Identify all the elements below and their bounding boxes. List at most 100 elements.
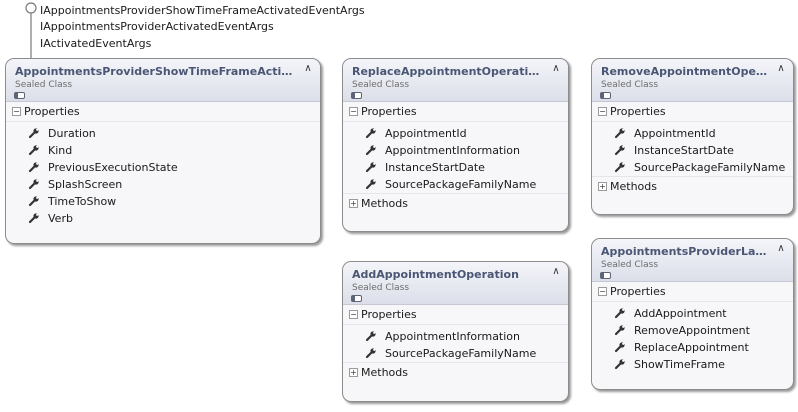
property-item[interactable]: InstanceStartDate (343, 159, 568, 176)
collapse-minus-icon[interactable]: − (598, 287, 607, 296)
property-name: Duration (48, 127, 96, 140)
collapse-minus-icon[interactable]: − (12, 107, 21, 116)
properties-section-header[interactable]: − Properties (592, 102, 793, 122)
class-box-replace-appointment-operation[interactable]: ReplaceAppointmentOperation Sealed Class… (342, 58, 569, 232)
property-wrench-icon (28, 179, 39, 190)
collapse-icon[interactable]: ∧ (550, 266, 562, 278)
property-item[interactable]: InstanceStartDate (592, 142, 793, 159)
property-item[interactable]: ReplaceAppointment (592, 339, 793, 356)
property-list: AddAppointment RemoveAppointment Replace… (592, 302, 793, 373)
property-name: ShowTimeFrame (634, 358, 725, 371)
property-name: SplashScreen (48, 178, 123, 191)
property-item[interactable]: SourcePackageFamilyName (592, 159, 793, 176)
property-name: Verb (48, 212, 73, 225)
class-icon (600, 92, 611, 99)
property-name: SourcePackageFamilyName (385, 347, 537, 360)
class-title: AppointmentsProviderLaunc… (601, 245, 767, 258)
property-wrench-icon (614, 308, 625, 319)
property-name: ReplaceAppointment (634, 341, 749, 354)
property-wrench-icon (365, 331, 376, 342)
property-item[interactable]: AppointmentId (343, 125, 568, 142)
property-wrench-icon (28, 162, 39, 173)
property-item[interactable]: RemoveAppointment (592, 322, 793, 339)
class-title: ReplaceAppointmentOperation (352, 65, 542, 78)
class-box-appointments-provider-launch[interactable]: AppointmentsProviderLaunc… Sealed Class … (591, 238, 794, 390)
property-wrench-icon (365, 145, 376, 156)
properties-section-header[interactable]: − Properties (343, 305, 568, 325)
interface-label: IAppointmentsProviderActivatedEventArgs (40, 20, 274, 33)
class-stereotype: Sealed Class (601, 80, 659, 90)
property-list: AppointmentId AppointmentInformation Ins… (343, 122, 568, 193)
properties-label: Properties (610, 105, 666, 118)
expand-plus-icon[interactable]: + (349, 368, 358, 377)
class-box-add-appointment-operation[interactable]: AddAppointmentOperation Sealed Class ∧ −… (342, 261, 569, 402)
class-stereotype: Sealed Class (352, 80, 410, 90)
property-item[interactable]: SplashScreen (6, 176, 320, 193)
property-item[interactable]: AppointmentInformation (343, 328, 568, 345)
property-name: SourcePackageFamilyName (385, 178, 537, 191)
property-list: Duration Kind PreviousExecutionState Spl… (6, 122, 320, 227)
properties-label: Properties (361, 105, 417, 118)
properties-section-header[interactable]: − Properties (592, 282, 793, 302)
property-wrench-icon (614, 145, 625, 156)
property-wrench-icon (614, 162, 625, 173)
property-name: RemoveAppointment (634, 324, 750, 337)
class-stereotype: Sealed Class (15, 80, 73, 90)
property-wrench-icon (614, 128, 625, 139)
property-item[interactable]: AddAppointment (592, 305, 793, 322)
properties-section-header[interactable]: − Properties (343, 102, 568, 122)
properties-label: Properties (24, 105, 80, 118)
property-wrench-icon (28, 213, 39, 224)
property-item[interactable]: Duration (6, 125, 320, 142)
class-box-show-time-frame[interactable]: AppointmentsProviderShowTimeFrameActivat… (5, 58, 321, 244)
property-list: AppointmentId InstanceStartDate SourcePa… (592, 122, 793, 176)
property-wrench-icon (614, 359, 625, 370)
class-header[interactable]: AppointmentsProviderLaunc… Sealed Class … (592, 239, 793, 282)
class-title: RemoveAppointmentOperat… (601, 65, 767, 78)
property-name: TimeToShow (48, 195, 117, 208)
methods-section-header[interactable]: + Methods (343, 362, 568, 382)
property-item[interactable]: AppointmentInformation (343, 142, 568, 159)
property-item[interactable]: Kind (6, 142, 320, 159)
property-name: PreviousExecutionState (48, 161, 178, 174)
property-wrench-icon (365, 128, 376, 139)
class-header[interactable]: AppointmentsProviderShowTimeFrameActivat… (6, 59, 320, 102)
methods-section-header[interactable]: + Methods (592, 176, 793, 196)
methods-section-header[interactable]: + Methods (343, 193, 568, 213)
class-header[interactable]: ReplaceAppointmentOperation Sealed Class… (343, 59, 568, 102)
class-icon (600, 272, 611, 279)
property-wrench-icon (614, 325, 625, 336)
collapse-minus-icon[interactable]: − (349, 107, 358, 116)
property-item[interactable]: SourcePackageFamilyName (343, 345, 568, 362)
methods-label: Methods (361, 366, 408, 379)
property-item[interactable]: Verb (6, 210, 320, 227)
collapse-icon[interactable]: ∧ (550, 63, 562, 75)
expand-plus-icon[interactable]: + (349, 199, 358, 208)
property-name: Kind (48, 144, 73, 157)
class-stereotype: Sealed Class (601, 260, 659, 270)
class-title: AddAppointmentOperation (352, 268, 519, 281)
property-name: AppointmentId (634, 127, 716, 140)
methods-label: Methods (361, 197, 408, 210)
collapse-minus-icon[interactable]: − (598, 107, 607, 116)
class-header[interactable]: RemoveAppointmentOperat… Sealed Class ∧ (592, 59, 793, 102)
property-item[interactable]: TimeToShow (6, 193, 320, 210)
collapse-icon[interactable]: ∧ (302, 63, 314, 75)
collapse-icon[interactable]: ∧ (775, 63, 787, 75)
class-header[interactable]: AddAppointmentOperation Sealed Class ∧ (343, 262, 568, 305)
property-name: AddAppointment (634, 307, 727, 320)
class-stereotype: Sealed Class (352, 283, 410, 293)
properties-section-header[interactable]: − Properties (6, 102, 320, 122)
expand-plus-icon[interactable]: + (598, 182, 607, 191)
class-box-remove-appointment-operation[interactable]: RemoveAppointmentOperat… Sealed Class ∧ … (591, 58, 794, 215)
property-item[interactable]: PreviousExecutionState (6, 159, 320, 176)
class-icon (351, 295, 362, 302)
collapse-icon[interactable]: ∧ (775, 243, 787, 255)
class-title: AppointmentsProviderShowTimeFrameActivat… (15, 65, 294, 78)
property-wrench-icon (365, 348, 376, 359)
collapse-minus-icon[interactable]: − (349, 310, 358, 319)
property-item[interactable]: AppointmentId (592, 125, 793, 142)
interface-label: IActivatedEventArgs (40, 37, 152, 50)
property-item[interactable]: ShowTimeFrame (592, 356, 793, 373)
property-item[interactable]: SourcePackageFamilyName (343, 176, 568, 193)
